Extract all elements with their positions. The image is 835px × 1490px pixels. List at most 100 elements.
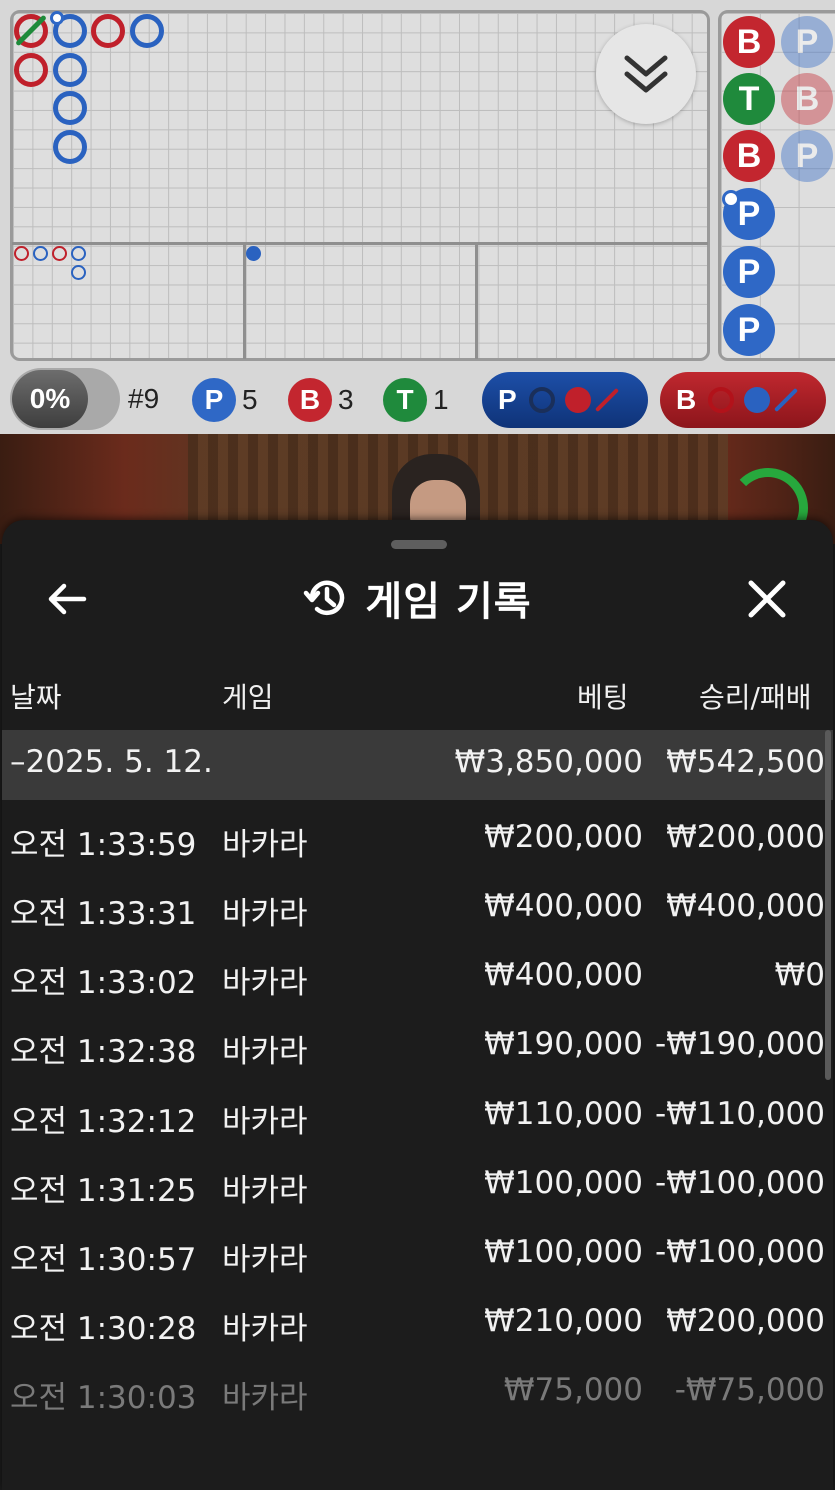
history-row[interactable]: 오전 1:32:12 바카라 ₩110,000 -₩110,000 [2, 1082, 833, 1151]
ask-slash-icon [774, 387, 799, 413]
row-bet: ₩190,000 [484, 1026, 643, 1062]
banker-badge: B [288, 378, 332, 422]
player-ask-label: P [498, 384, 517, 415]
row-bet: ₩400,000 [484, 957, 643, 993]
big-road-banker-mark [14, 53, 48, 87]
player-count-stat: P 5 [192, 378, 258, 422]
row-result: -₩75,000 [674, 1372, 825, 1408]
column-header-date: 날짜 [10, 681, 62, 714]
row-result: -₩110,000 [654, 1096, 825, 1132]
row-time: 오전 1:30:03 [10, 1380, 197, 1416]
row-game: 바카라 [222, 1242, 308, 1278]
row-game: 바카라 [222, 827, 308, 863]
tie-badge: T [383, 378, 427, 422]
row-result: ₩400,000 [666, 888, 825, 924]
chevron-double-down-icon [624, 55, 668, 93]
big-road-player-mark [53, 91, 87, 125]
derived-road-mark [33, 246, 48, 261]
derived-road-mark [71, 246, 86, 261]
drag-handle[interactable] [391, 540, 447, 549]
roadmap-panel: B P T B B P P P P 0% #9 P 5 B 3 T 1 P B [0, 0, 835, 434]
bead-player: P [723, 246, 775, 298]
row-bet: ₩100,000 [484, 1234, 643, 1270]
row-game: 바카라 [222, 896, 308, 932]
player-ask-button[interactable]: P [482, 372, 648, 428]
percent-toggle[interactable]: 0% [10, 368, 120, 430]
ask-dot-icon [744, 387, 771, 413]
row-result: ₩200,000 [666, 1303, 825, 1339]
derived-road-mark [71, 265, 86, 280]
row-time: 오전 1:33:02 [10, 965, 197, 1001]
bead-tie: T [723, 73, 775, 125]
row-bet: ₩210,000 [484, 1303, 643, 1339]
history-row[interactable]: 오전 1:32:38 바카라 ₩190,000 -₩190,000 [2, 1012, 833, 1081]
banker-count: 3 [338, 384, 354, 415]
row-time: 오전 1:30:57 [10, 1242, 197, 1278]
derived-road-dot [246, 246, 261, 261]
row-result: ₩200,000 [666, 819, 825, 855]
sheet-title: 게임 기록 [365, 579, 532, 625]
percent-label: 0% [12, 370, 88, 428]
summary-date: –2025. 5. 12. [10, 744, 213, 780]
row-result: -₩100,000 [654, 1234, 825, 1270]
derived-road-mark [14, 246, 29, 261]
banker-ask-button[interactable]: B [660, 372, 826, 428]
row-result: -₩100,000 [654, 1165, 825, 1201]
bead-player: P [723, 304, 775, 356]
bead-banker: B [781, 73, 833, 125]
row-time: 오전 1:32:12 [10, 1104, 197, 1140]
summary-result: ₩542,500 [666, 744, 825, 780]
row-game: 바카라 [222, 1104, 308, 1140]
row-bet: ₩75,000 [503, 1372, 643, 1408]
big-road-player-mark [53, 53, 87, 87]
tie-count-stat: T 1 [383, 378, 449, 422]
roadmap-divider [243, 242, 246, 359]
row-game: 바카라 [222, 1311, 308, 1347]
history-row[interactable]: 오전 1:30:03 바카라 ₩75,000 -₩75,000 [2, 1358, 833, 1427]
row-time: 오전 1:33:31 [10, 896, 197, 932]
ask-ring-icon [528, 387, 555, 413]
summary-bet: ₩3,850,000 [454, 744, 643, 780]
history-row[interactable]: 오전 1:33:31 바카라 ₩400,000 ₩400,000 [2, 874, 833, 943]
row-result: ₩0 [774, 957, 825, 993]
big-road-player-mark [130, 14, 164, 48]
bead-banker: B [723, 16, 775, 68]
close-button[interactable] [742, 574, 792, 624]
big-road-player-mark [53, 130, 87, 164]
history-icon [304, 580, 345, 615]
row-game: 바카라 [222, 1380, 308, 1416]
history-row[interactable]: 오전 1:30:28 바카라 ₩210,000 ₩200,000 [2, 1289, 833, 1358]
roadmap-divider [475, 242, 478, 359]
column-header-game: 게임 [222, 681, 274, 714]
row-game: 바카라 [222, 965, 308, 1001]
big-road-banker-mark [91, 14, 125, 48]
roadmap-divider [12, 242, 708, 245]
row-game: 바카라 [222, 1173, 308, 1209]
row-bet: ₩200,000 [484, 819, 643, 855]
row-time: 오전 1:33:59 [10, 827, 197, 863]
column-header-bet: 베팅 [577, 681, 629, 714]
banker-ask-label: B [676, 384, 697, 415]
pair-dot-mark [50, 11, 64, 25]
date-summary-row[interactable]: –2025. 5. 12. ₩3,850,000 ₩542,500 [2, 730, 833, 800]
scrollbar[interactable] [825, 730, 831, 1080]
row-time: 오전 1:30:28 [10, 1311, 197, 1347]
history-row[interactable]: 오전 1:31:25 바카라 ₩100,000 -₩100,000 [2, 1151, 833, 1220]
ask-slash-icon [594, 387, 619, 413]
tie-count: 1 [433, 384, 449, 415]
banker-count-stat: B 3 [288, 378, 354, 422]
history-row[interactable]: 오전 1:33:02 바카라 ₩400,000 ₩0 [2, 943, 833, 1012]
collapse-roadmap-button[interactable] [596, 24, 696, 124]
sheet-header: 게임 기록 [2, 570, 833, 626]
ask-ring-icon [708, 387, 735, 413]
player-count: 5 [242, 384, 258, 415]
row-bet: ₩100,000 [484, 1165, 643, 1201]
row-bet: ₩400,000 [484, 888, 643, 924]
history-row[interactable]: 오전 1:33:59 바카라 ₩200,000 ₩200,000 [2, 805, 833, 874]
bead-player: P [781, 16, 833, 68]
game-history-sheet: 게임 기록 날짜 게임 베팅 승리/패배 –2025. 5. 12. ₩3,85… [2, 520, 833, 1490]
row-result: -₩190,000 [654, 1026, 825, 1062]
row-bet: ₩110,000 [484, 1096, 643, 1132]
row-game: 바카라 [222, 1034, 308, 1070]
history-row[interactable]: 오전 1:30:57 바카라 ₩100,000 -₩100,000 [2, 1220, 833, 1289]
